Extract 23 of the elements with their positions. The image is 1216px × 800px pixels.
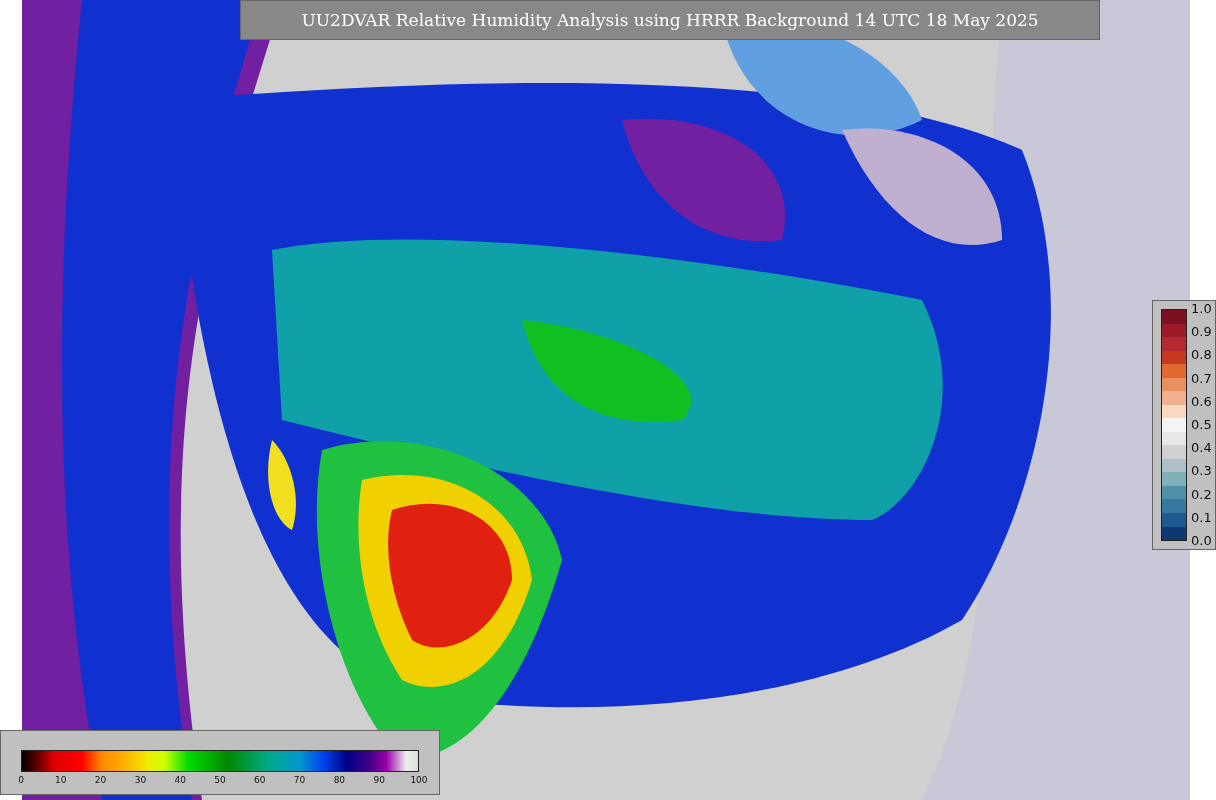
scale-label: 80	[332, 775, 347, 785]
scale-label: 40	[173, 775, 187, 785]
scale-label: 0.6	[1191, 394, 1212, 409]
scale-label: 0.0	[1191, 533, 1212, 548]
scale-label: 70	[292, 775, 307, 785]
scale-label: 60	[253, 775, 267, 785]
scale-label: 0.1	[1191, 510, 1212, 525]
scale-label: 0.8	[1191, 348, 1212, 363]
scale-label: 100	[409, 775, 428, 785]
map-title: UU2DVAR Relative Humidity Analysis using HRRR Background 14 UTC 18 May 2025	[240, 0, 1100, 40]
scale-label: 50	[213, 775, 227, 785]
scale-label: 0.9	[1191, 325, 1212, 340]
scale-label: 0.2	[1191, 487, 1212, 502]
scale-label: 0.7	[1191, 371, 1212, 386]
scale-label: 0.5	[1191, 417, 1212, 432]
scale-label: 0.3	[1191, 464, 1212, 479]
scale-label: 10	[54, 775, 68, 785]
scale-label: 0	[17, 775, 25, 785]
scale-label: 30	[133, 775, 148, 785]
scale-label: 1.0	[1191, 302, 1212, 316]
scale-label: 90	[372, 775, 386, 785]
scale-label: 20	[93, 775, 108, 785]
scale-label: 0.4	[1191, 441, 1212, 456]
